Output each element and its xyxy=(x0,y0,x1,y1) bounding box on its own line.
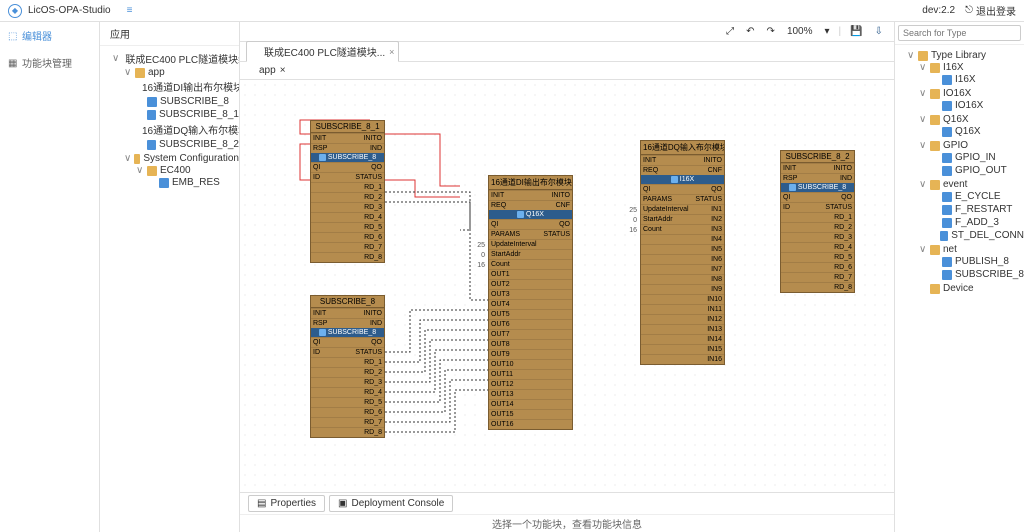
fb-icon xyxy=(147,110,156,120)
left-nav: ⬚编辑器 ▦功能块管理 xyxy=(0,22,100,532)
tree-item[interactable]: 16通道DI输出布尔模块 xyxy=(136,79,239,94)
main: ⬚编辑器 ▦功能块管理 应用 ∨联成EC400 PLC隧道模块组态 ∨app 1… xyxy=(0,22,1024,532)
port-value: 0 xyxy=(470,252,485,259)
logout-button[interactable]: ⎋退出登录 xyxy=(965,3,1016,18)
canvas-toolbar: ⤢ ↶ ↷ 100% ▾ | 💾 ⇩ xyxy=(240,22,894,42)
lib-root[interactable]: ∨Type Library xyxy=(907,50,1024,61)
fb-type-icon xyxy=(517,211,524,218)
lib-group[interactable]: ∨event xyxy=(919,179,1024,190)
folder-icon xyxy=(147,166,157,176)
fb-type-icon xyxy=(671,176,678,183)
block-i16x[interactable]: 16通道DQ输入布尔模块 INITINITO REQCNF I16X QIQO … xyxy=(640,140,725,365)
breadcrumb: app × xyxy=(240,62,894,80)
lib-group[interactable]: ∨Q16X xyxy=(919,114,1024,125)
block-subscribe-8-1[interactable]: SUBSCRIBE_8_1 INITINITO RSPIND SUBSCRIBE… xyxy=(310,120,385,263)
tree-item[interactable]: SUBSCRIBE_8_2 xyxy=(136,139,239,150)
chevron-down-icon[interactable]: ▾ xyxy=(822,26,833,37)
tree-item[interactable]: SUBSCRIBE_8_1 xyxy=(136,109,239,120)
canvas[interactable]: SUBSCRIBE_8_1 INITINITO RSPIND SUBSCRIBE… xyxy=(240,80,894,492)
fb-icon xyxy=(147,140,156,150)
fb-type-icon xyxy=(319,154,326,161)
lib-item[interactable]: F_RESTART xyxy=(931,204,1024,215)
lib-item[interactable]: ST_DEL_CONN xyxy=(931,230,1024,241)
search-input[interactable] xyxy=(898,25,1021,41)
nav-fb-manage[interactable]: ▦功能块管理 xyxy=(0,49,99,76)
status-bar: 选择一个功能块，查看功能块信息 xyxy=(240,514,894,532)
tree-item[interactable]: SUBSCRIBE_8 xyxy=(136,96,239,107)
folder-icon xyxy=(246,66,255,75)
block-subscribe-8-2[interactable]: SUBSCRIBE_8_2 INITINITO RSPIND SUBSCRIBE… xyxy=(780,150,855,293)
tree-root[interactable]: ∨联成EC400 PLC隧道模块组态 xyxy=(112,51,239,66)
version-label: dev:2.2 xyxy=(922,5,955,16)
logout-icon: ⎋ xyxy=(965,5,973,16)
folder-icon xyxy=(135,68,145,78)
lib-group[interactable]: ∨IO16X xyxy=(919,88,1024,99)
properties-icon: ▤ xyxy=(257,498,266,509)
topbar: ◆ LicOS-OPA-Studio ≡ dev:2.2 ⎋退出登录 xyxy=(0,0,1024,22)
lib-item[interactable]: SUBSCRIBE_8 xyxy=(931,269,1024,280)
port-value: 25 xyxy=(470,242,485,249)
project-tree-panel: 应用 ∨联成EC400 PLC隧道模块组态 ∨app 16通道DI输出布尔模块 … xyxy=(100,22,240,532)
type-library-panel: ∨Type Library ∨I16XI16X ∨IO16XIO16X ∨Q16… xyxy=(894,22,1024,532)
lib-item[interactable]: IO16X xyxy=(931,100,1024,111)
folder-icon xyxy=(134,154,140,164)
lib-item[interactable]: F_ADD_3 xyxy=(931,217,1024,228)
res-icon xyxy=(159,178,169,188)
fb-icon xyxy=(147,97,157,107)
tree-emb[interactable]: EMB_RES xyxy=(148,177,239,188)
editor-tabs: 联成EC400 PLC隧道模块...× xyxy=(240,42,894,62)
export-icon[interactable]: ⇩ xyxy=(872,26,886,37)
tree-ec400[interactable]: ∨EC400 xyxy=(136,165,239,176)
lib-item[interactable]: Q16X xyxy=(931,126,1024,137)
fb-type-icon xyxy=(319,329,326,336)
undo-icon[interactable]: ↶ xyxy=(743,26,757,37)
lib-item[interactable]: GPIO_OUT xyxy=(931,165,1024,176)
fit-icon[interactable]: ⤢ xyxy=(723,26,737,37)
port-value: 25 xyxy=(622,207,637,214)
topbar-right: dev:2.2 ⎋退出登录 xyxy=(922,3,1016,18)
type-library-tree: ∨Type Library ∨I16XI16X ∨IO16XIO16X ∨Q16… xyxy=(895,45,1024,300)
save-icon[interactable]: 💾 xyxy=(847,26,865,37)
console-icon: ▣ xyxy=(338,498,347,509)
close-icon[interactable]: × xyxy=(280,65,286,76)
redo-icon[interactable]: ↷ xyxy=(764,26,778,37)
port-value: 16 xyxy=(470,262,485,269)
port-value: 16 xyxy=(622,227,637,234)
breadcrumb-item[interactable]: app xyxy=(259,65,276,76)
lib-item[interactable]: GPIO_IN xyxy=(931,152,1024,163)
lib-group[interactable]: ∨net xyxy=(919,244,1024,255)
editor-icon: ⬚ xyxy=(8,31,18,41)
tab-deploy[interactable]: ▣Deployment Console xyxy=(329,495,453,512)
tab-icon xyxy=(251,47,260,56)
close-icon[interactable]: × xyxy=(389,47,394,57)
block-subscribe-8[interactable]: SUBSCRIBE_8 INITINITO RSPIND SUBSCRIBE_8… xyxy=(310,295,385,438)
project-tree: ∨联成EC400 PLC隧道模块组态 ∨app 16通道DI输出布尔模块 SUB… xyxy=(100,46,239,196)
lib-group[interactable]: ∨I16X xyxy=(919,62,1024,73)
lib-item[interactable]: PUBLISH_8 xyxy=(931,256,1024,267)
lib-group[interactable]: Device xyxy=(919,283,1024,294)
fb-type-icon xyxy=(789,184,796,191)
tree-head: 应用 xyxy=(100,22,239,46)
lib-item[interactable]: E_CYCLE xyxy=(931,191,1024,202)
port-value: 0 xyxy=(622,217,637,224)
hamburger-icon[interactable]: ≡ xyxy=(127,5,133,16)
lib-item[interactable]: I16X xyxy=(931,74,1024,85)
tree-syscfg[interactable]: ∨System Configuration xyxy=(124,153,239,164)
bottom-tabs: ▤Properties ▣Deployment Console xyxy=(240,492,894,514)
tree-app[interactable]: ∨app xyxy=(124,67,239,78)
topbar-left: ◆ LicOS-OPA-Studio ≡ xyxy=(8,4,132,18)
app-logo-icon: ◆ xyxy=(8,4,22,18)
lib-group[interactable]: ∨GPIO xyxy=(919,140,1024,151)
tab-properties[interactable]: ▤Properties xyxy=(248,495,325,512)
tree-item[interactable]: 16通道DQ输入布尔模块 xyxy=(136,122,239,137)
tab-app[interactable]: 联成EC400 PLC隧道模块...× xyxy=(246,41,399,62)
zoom-level[interactable]: 100% xyxy=(784,26,816,37)
nav-editor[interactable]: ⬚编辑器 xyxy=(0,22,99,49)
center: ⤢ ↶ ↷ 100% ▾ | 💾 ⇩ 联成EC400 PLC隧道模块...× a… xyxy=(240,22,894,532)
folder-icon xyxy=(918,51,928,61)
app-title: LicOS-OPA-Studio xyxy=(28,5,111,16)
block-q16x[interactable]: 16通道DI输出布尔模块 INITINITO REQCNF Q16X QIQO … xyxy=(488,175,573,430)
blocks-icon: ▦ xyxy=(8,58,18,68)
